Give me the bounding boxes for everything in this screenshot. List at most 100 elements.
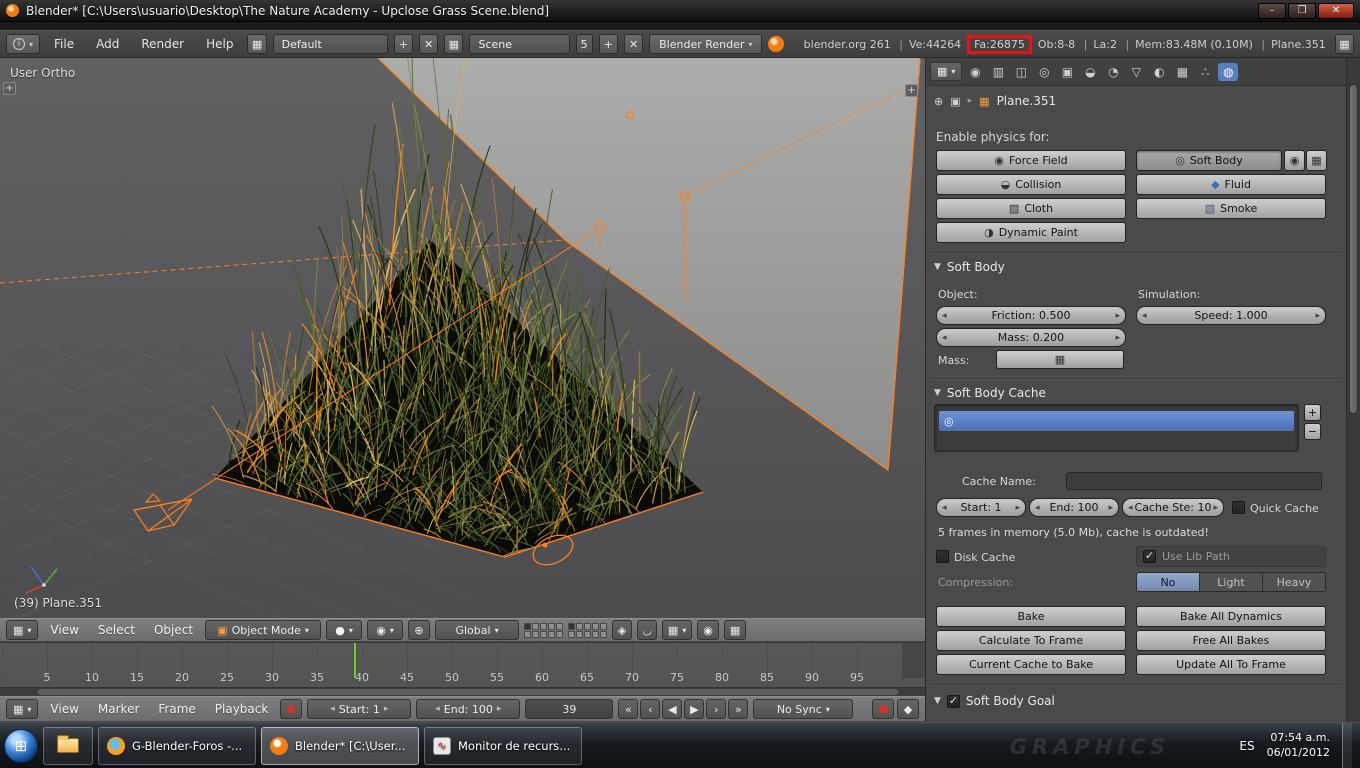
mass-vertex-group-field[interactable]: ▦	[996, 350, 1124, 369]
cache-list[interactable]: ◎	[934, 404, 1299, 452]
scene-delete-button[interactable]: ✕	[624, 34, 643, 54]
show-desktop-button[interactable]	[1342, 723, 1352, 768]
tab-material[interactable]: ◐	[1149, 63, 1169, 81]
frame-end-field[interactable]: ◂ End: 100 ▸	[416, 699, 520, 719]
screen-layout-add-button[interactable]: +	[394, 34, 413, 54]
scene-add-button[interactable]: +	[599, 34, 618, 54]
menu-select[interactable]: Select	[91, 623, 142, 637]
layer-toggle[interactable]	[568, 631, 575, 638]
decrement-icon[interactable]: ◂	[330, 704, 335, 714]
tab-world[interactable]: ◎	[1034, 63, 1054, 81]
decrement-icon[interactable]: ◂	[1142, 311, 1147, 321]
layer-toggle[interactable]	[548, 623, 555, 630]
timeline-editor[interactable]: 5 10 15 20 25 30 35 40 45 50 55 60 65 70…	[0, 642, 925, 696]
increment-icon[interactable]: ▸	[1115, 333, 1120, 343]
timeline-scrollbar[interactable]	[0, 687, 925, 696]
dynamic-paint-button[interactable]: ◑ Dynamic Paint	[936, 222, 1126, 243]
decrement-icon[interactable]: ◂	[942, 333, 947, 343]
tab-render[interactable]: ◉	[965, 63, 985, 81]
language-indicator[interactable]: ES	[1239, 739, 1254, 753]
explorer-taskbar-button[interactable]	[43, 727, 93, 765]
increment-icon[interactable]: ▸	[1213, 503, 1218, 513]
menu-file[interactable]: File	[46, 37, 82, 51]
toolshelf-expand-button[interactable]: +	[3, 82, 16, 95]
layer-toggle[interactable]	[524, 631, 531, 638]
lock-to-scene-toggle[interactable]: ◈	[612, 620, 632, 640]
3d-viewport[interactable]: User Ortho (39) Plane.351 + +	[0, 58, 925, 618]
bake-all-dynamics-button[interactable]: Bake All Dynamics	[1136, 606, 1326, 627]
decrement-icon[interactable]: ◂	[942, 503, 947, 513]
layer-toggle[interactable]	[548, 631, 555, 638]
properties-scrollbar[interactable]	[1346, 58, 1360, 722]
window-duplicate-icon[interactable]: ▦	[1335, 34, 1354, 54]
start-button[interactable]: ⊞	[4, 729, 38, 763]
menu-help[interactable]: Help	[198, 37, 241, 51]
tab-render-layers[interactable]: ▥	[988, 63, 1008, 81]
record-button[interactable]	[872, 699, 894, 719]
tab-object[interactable]: ▣	[1057, 63, 1077, 81]
softbody-display-toggle[interactable]: ▦	[1306, 150, 1327, 171]
cloth-button[interactable]: ▨ Cloth	[936, 198, 1126, 219]
editor-type-button[interactable]: i ▾	[6, 34, 40, 54]
layer-toggle[interactable]	[576, 623, 583, 630]
timeline-scrollbar-thumb[interactable]	[38, 689, 898, 695]
layer-toggle[interactable]	[600, 631, 607, 638]
pin-icon[interactable]: ⊕	[934, 95, 943, 108]
layer-toggle[interactable]	[592, 623, 599, 630]
snap-toggle[interactable]: ◡	[637, 620, 657, 640]
frame-start-field[interactable]: ◂ Start: 1 ▸	[307, 699, 411, 719]
layer-toggle[interactable]	[540, 623, 547, 630]
scene-browse-icon[interactable]: ▦	[444, 34, 463, 54]
menu-playback[interactable]: Playback	[208, 702, 276, 716]
layer-toggle[interactable]	[576, 631, 583, 638]
layer-toggle[interactable]	[600, 623, 607, 630]
taskbar-app-resource-monitor[interactable]: ∿ Monitor de recurs...	[424, 727, 582, 765]
current-cache-to-bake-button[interactable]: Current Cache to Bake	[936, 654, 1126, 675]
compression-light[interactable]: Light	[1200, 573, 1263, 591]
cache-add-button[interactable]: +	[1304, 404, 1321, 421]
menu-object[interactable]: Object	[147, 623, 200, 637]
update-all-to-frame-button[interactable]: Update All To Frame	[1136, 654, 1326, 675]
tab-constraints[interactable]: ◒	[1080, 63, 1100, 81]
quick-cache-checkbox[interactable]	[1232, 501, 1245, 514]
collision-button[interactable]: ◒ Collision	[936, 174, 1126, 195]
increment-icon[interactable]: ▸	[1108, 503, 1113, 513]
taskbar-app-firefox[interactable]: G-Blender-Foros -...	[98, 727, 256, 765]
scene-users-count[interactable]: 5	[576, 34, 593, 54]
tab-object-data[interactable]: ▽	[1126, 63, 1146, 81]
tab-modifiers[interactable]: ◔	[1103, 63, 1123, 81]
layer-toggle[interactable]	[540, 631, 547, 638]
window-titlebar[interactable]: Blender* [C:\Users\usuario\Desktop\The N…	[0, 0, 1360, 22]
properties-scrollbar-thumb[interactable]	[1349, 84, 1358, 414]
free-all-bakes-button[interactable]: Free All Bakes	[1136, 630, 1326, 651]
menu-marker[interactable]: Marker	[91, 702, 146, 716]
sidebar-expand-button[interactable]: +	[905, 84, 918, 97]
smoke-button[interactable]: ▧ Smoke	[1136, 198, 1326, 219]
layer-toggle[interactable]	[532, 631, 539, 638]
decrement-icon[interactable]: ◂	[1128, 503, 1133, 513]
screen-layout-field[interactable]: Default	[273, 34, 388, 54]
current-frame-field[interactable]: 39	[525, 699, 613, 719]
cache-name-input[interactable]	[1066, 472, 1322, 490]
layer-toggle[interactable]	[532, 623, 539, 630]
current-frame-marker[interactable]	[354, 643, 356, 678]
screen-layout-delete-button[interactable]: ✕	[419, 34, 438, 54]
viewport-shading-dropdown[interactable]: ● ▾	[326, 620, 362, 640]
increment-icon[interactable]: ▸	[1015, 503, 1020, 513]
layer-toggle[interactable]	[592, 631, 599, 638]
friction-slider[interactable]: ◂ Friction: 0.500 ▸	[936, 306, 1126, 325]
scene-field[interactable]: Scene	[469, 34, 569, 54]
calculate-to-frame-button[interactable]: Calculate To Frame	[936, 630, 1126, 651]
menu-view[interactable]: View	[43, 702, 85, 716]
compression-no[interactable]: No	[1137, 573, 1200, 591]
decrement-icon[interactable]: ◂	[942, 311, 947, 321]
bake-button[interactable]: Bake	[936, 606, 1126, 627]
cache-end-field[interactable]: ◂ End: 100 ▸	[1029, 498, 1119, 517]
layer-toggle[interactable]	[556, 631, 563, 638]
cache-step-field[interactable]: ◂ Cache Ste: 10 ▸	[1122, 498, 1224, 517]
cache-list-item[interactable]: ◎	[939, 411, 1294, 431]
sync-dropdown[interactable]: No Sync ▾	[753, 699, 853, 719]
tab-scene[interactable]: ◫	[1011, 63, 1031, 81]
force-field-button[interactable]: ◉ Force Field	[936, 150, 1126, 171]
render-opengl-button[interactable]: ◉	[697, 620, 719, 640]
